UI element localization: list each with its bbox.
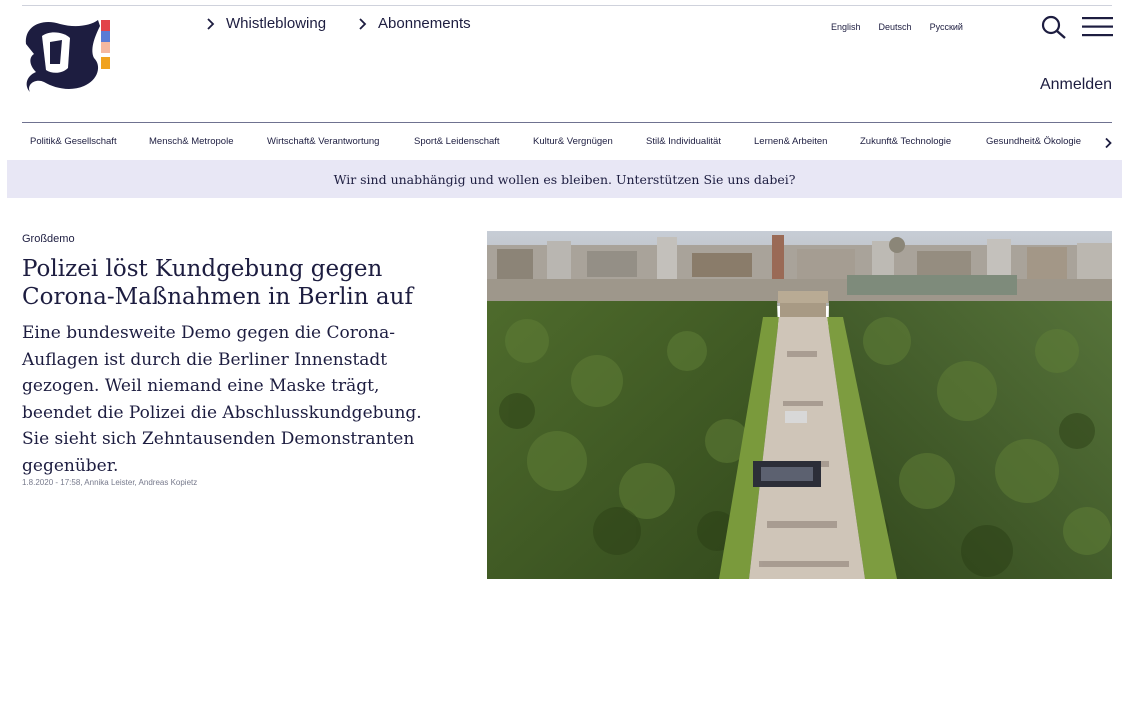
lang-deutsch[interactable]: Deutsch (879, 22, 912, 32)
lang-english[interactable]: English (831, 22, 861, 32)
top-divider (22, 5, 1112, 6)
whistleblowing-label: Whistleblowing (226, 15, 327, 32)
site-logo[interactable] (20, 14, 120, 98)
category-stil[interactable]: Stil& Individualität (646, 136, 721, 147)
category-kultur[interactable]: Kultur& Vergnügen (533, 136, 613, 147)
article-meta: 1.8.2020 - 17:58, Annika Leister, Andrea… (22, 478, 197, 487)
abonnements-label: Abonnements (378, 15, 471, 32)
lang-russian[interactable]: Русский (930, 22, 963, 32)
chevron-right-icon (359, 17, 367, 30)
category-zukunft[interactable]: Zukunft& Technologie (860, 136, 951, 147)
category-next-button[interactable] (1103, 136, 1113, 149)
abonnements-link[interactable]: Abonnements (356, 15, 471, 32)
category-wirtschaft[interactable]: Wirtschaft& Verantwortung (267, 136, 379, 147)
login-link[interactable]: Anmelden (1040, 76, 1112, 94)
category-mensch[interactable]: Mensch& Metropole (149, 136, 233, 147)
article-authors: Annika Leister, Andreas Kopietz (84, 478, 198, 487)
chevron-right-icon (1105, 137, 1112, 149)
category-politik[interactable]: Politik& Gesellschaft (30, 136, 117, 147)
support-banner-text: Wir sind unabhängig und wollen es bleibe… (333, 171, 796, 187)
category-lernen[interactable]: Lernen& Arbeiten (754, 136, 827, 147)
chevron-right-icon (207, 17, 215, 30)
article-teaser[interactable]: Eine bundesweite Demo gegen die Corona-A… (22, 320, 454, 479)
language-switcher: English Deutsch Русский (831, 22, 963, 32)
support-banner[interactable]: Wir sind unabhängig und wollen es bleibe… (7, 160, 1122, 198)
article-kicker[interactable]: Großdemo (22, 233, 75, 245)
article-headline[interactable]: Polizei löst Kundgebung gegen Corona-Maß… (22, 255, 462, 311)
nav-divider (22, 122, 1112, 123)
category-gesundheit[interactable]: Gesundheit& Ökologie (986, 136, 1081, 147)
aerial-demo-photo (487, 231, 1112, 579)
search-icon (1041, 15, 1066, 39)
article-photo[interactable] (487, 231, 1112, 579)
article-date: 1.8.2020 - 17:58 (22, 478, 81, 487)
search-button[interactable] (1040, 15, 1068, 39)
menu-button[interactable] (1082, 17, 1113, 37)
whistleblowing-link[interactable]: Whistleblowing (204, 15, 326, 32)
hamburger-menu-icon (1082, 17, 1113, 37)
top-links: Whistleblowing Abonnements (204, 15, 471, 32)
category-nav: Politik& Gesellschaft Mensch& Metropole … (30, 136, 1115, 150)
category-sport[interactable]: Sport& Leidenschaft (414, 136, 500, 147)
